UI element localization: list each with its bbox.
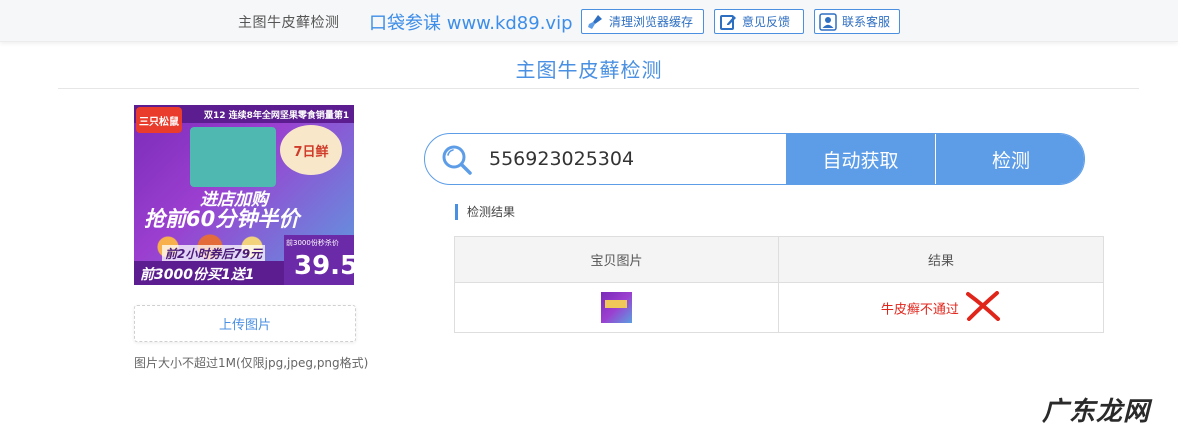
clear-cache-button[interactable]: 清理浏览器缓存 xyxy=(581,9,704,34)
freshness-badge: 7日鲜 xyxy=(280,125,342,175)
feedback-label: 意见反馈 xyxy=(742,15,791,29)
coupon-text: 前2小时券后79元 xyxy=(162,245,266,262)
broom-icon xyxy=(586,13,604,31)
price-tag: 前3000份秒杀价 xyxy=(286,239,339,247)
clear-cache-label: 清理浏览器缓存 xyxy=(609,15,694,29)
upload-image-button[interactable]: 上传图片 xyxy=(134,305,356,342)
check-button[interactable]: 检测 xyxy=(936,134,1084,184)
product-image: 双12 连续8年全网坚果零食销量第1 三只松鼠 7日鲜 进店加购 抢前60分钟半… xyxy=(134,105,354,285)
top-bar: 主图牛皮藓检测 口袋参谋 www.kd89.vip 清理浏览器缓存 意见反馈 联… xyxy=(0,0,1178,42)
page-title: 主图牛皮藓检测 xyxy=(515,58,663,82)
brand-logo: 三只松鼠 xyxy=(136,107,182,133)
site-watermark: 广东龙网 xyxy=(1042,397,1151,427)
product-bottom-text: 前3000份买1送1 xyxy=(140,267,255,283)
results-section-label: 检测结果 xyxy=(455,204,515,220)
item-id-search: 自动获取 检测 xyxy=(424,133,1085,185)
product-box xyxy=(190,127,276,187)
brand-link[interactable]: 口袋参谋 www.kd89.vip xyxy=(369,9,573,35)
table-row: 牛皮癣不通过 xyxy=(454,282,1104,333)
result-text: 牛皮癣不通过 xyxy=(880,302,959,317)
column-header-image: 宝贝图片 xyxy=(454,236,779,283)
edit-icon xyxy=(719,13,737,31)
product-bottom-band: 前3000份买1送1 xyxy=(134,261,284,285)
table-header-row: 宝贝图片 结果 xyxy=(454,236,1104,283)
price-value: 39.5 xyxy=(294,251,354,281)
contact-service-label: 联系客服 xyxy=(842,15,891,29)
user-icon xyxy=(819,12,837,31)
result-cell: 牛皮癣不通过 xyxy=(778,282,1104,333)
item-id-input[interactable] xyxy=(489,134,785,184)
fail-x-icon xyxy=(965,290,1001,325)
price-box: 前3000份秒杀价 39.5 xyxy=(284,235,354,285)
results-table: 宝贝图片 结果 牛皮癣不通过 xyxy=(454,236,1104,333)
upload-hint: 图片大小不超过1M(仅限jpg,jpeg,png格式) xyxy=(134,356,369,370)
contact-service-button[interactable]: 联系客服 xyxy=(814,9,900,34)
item-thumbnail[interactable] xyxy=(601,292,632,323)
search-icon xyxy=(441,144,473,176)
topbar-title: 主图牛皮藓检测 xyxy=(238,15,340,31)
feedback-button[interactable]: 意见反馈 xyxy=(714,9,804,34)
item-image-cell xyxy=(454,282,779,333)
product-top-band-text: 双12 连续8年全网坚果零食销量第1 xyxy=(204,111,350,121)
product-slogan-2: 抢前60分钟半价 xyxy=(144,207,300,231)
auto-fetch-button[interactable]: 自动获取 xyxy=(786,134,935,184)
title-divider xyxy=(58,88,1139,89)
column-header-result: 结果 xyxy=(778,236,1104,283)
